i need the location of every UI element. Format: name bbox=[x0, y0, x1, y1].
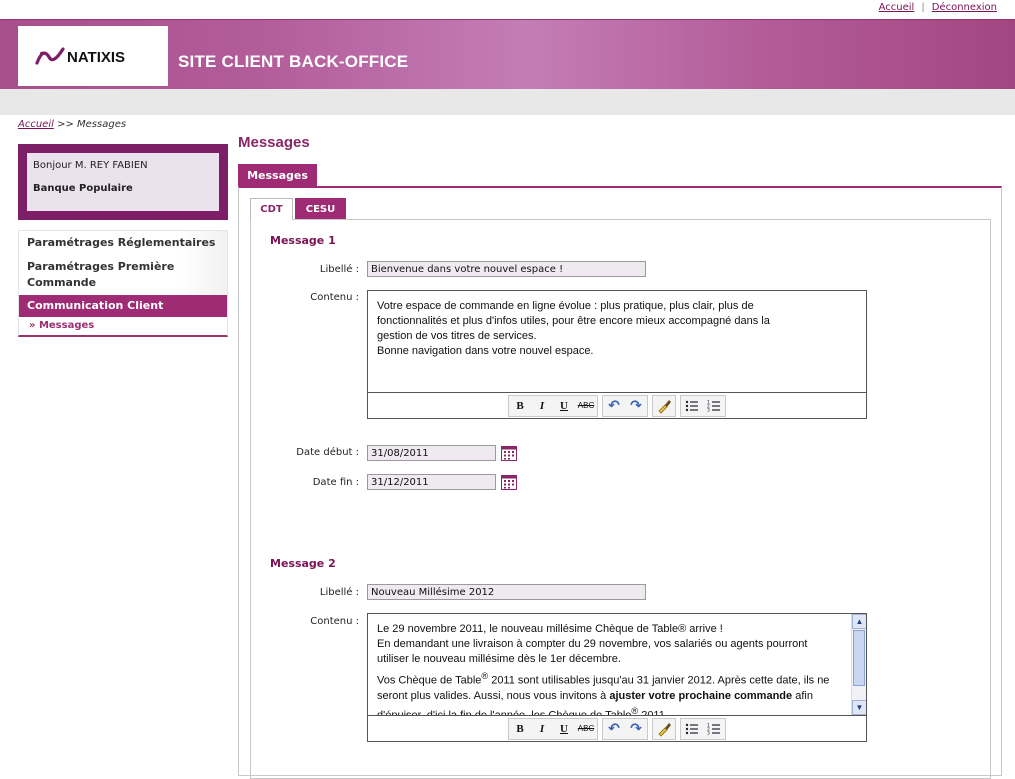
message2-libelle-label: Libellé : bbox=[319, 587, 359, 598]
message1-libelle-label: Libellé : bbox=[319, 264, 359, 275]
message1-editor: Votre espace de commande en ligne évolue… bbox=[367, 290, 867, 419]
bullet-list-icon[interactable] bbox=[681, 396, 703, 416]
message2-toolbar: B I U ABC ↶ ↷ 123 bbox=[368, 715, 866, 741]
message2-text: 2011 bbox=[638, 709, 665, 715]
message2-text: Vos Chèque de Table bbox=[377, 674, 482, 687]
underline-icon[interactable]: U bbox=[553, 396, 575, 416]
message1-date-fin-input[interactable] bbox=[367, 474, 496, 490]
message1-date-debut-input[interactable] bbox=[367, 445, 496, 461]
tab-cesu[interactable]: CESU bbox=[295, 198, 346, 220]
logo-text: NATIXIS bbox=[67, 49, 125, 66]
message1-editor-content[interactable]: Votre espace de commande en ligne évolue… bbox=[368, 291, 866, 392]
sidebar-item-parametrages-premiere-commande[interactable]: Paramétrages Première Commande bbox=[19, 255, 227, 295]
history-group: ↶ ↷ bbox=[602, 717, 648, 740]
message1-toolbar: B I U ABC ↶ ↷ 123 bbox=[368, 392, 866, 418]
breadcrumb-separator: >> bbox=[57, 119, 74, 130]
message1-title: Message 1 bbox=[270, 234, 336, 247]
message2-scrollbar[interactable]: ▲ ▼ bbox=[851, 614, 866, 715]
site-title: SITE CLIENT BACK-OFFICE bbox=[178, 52, 409, 71]
bullet-list-icon[interactable] bbox=[681, 719, 703, 739]
message2-paragraph: Vos Chèque de Table® 2011 sont utilisabl… bbox=[377, 669, 840, 715]
message2-title: Message 2 bbox=[270, 557, 336, 570]
format-group: B I U ABC bbox=[508, 394, 598, 417]
history-group: ↶ ↷ bbox=[602, 394, 648, 417]
clean-format-icon[interactable] bbox=[653, 396, 675, 416]
clean-group bbox=[652, 394, 676, 417]
natixis-logo[interactable]: NATIXIS bbox=[18, 26, 168, 86]
undo-icon[interactable]: ↶ bbox=[603, 719, 625, 739]
tab-messages[interactable]: Messages bbox=[238, 164, 317, 186]
underline-icon[interactable]: U bbox=[553, 719, 575, 739]
top-links-separator: | bbox=[921, 2, 925, 13]
message2-editor-content[interactable]: Le 29 novembre 2011, le nouveau millésim… bbox=[368, 614, 866, 715]
strikethrough-icon[interactable]: ABC bbox=[575, 396, 597, 416]
undo-icon[interactable]: ↶ bbox=[603, 396, 625, 416]
tab-cdt[interactable]: CDT bbox=[250, 198, 293, 220]
list-group: 123 bbox=[680, 717, 726, 740]
clean-group bbox=[652, 717, 676, 740]
message1-line: Votre espace de commande en ligne évolue… bbox=[377, 300, 754, 312]
grey-band bbox=[0, 89, 1015, 115]
message1-line: fonctionnalités et plus d'infos utiles, … bbox=[377, 315, 770, 327]
message2-libelle-input[interactable] bbox=[367, 584, 646, 600]
home-link[interactable]: Accueil bbox=[879, 2, 915, 13]
top-links: Accueil | Déconnexion bbox=[879, 2, 997, 13]
sidebar-subitem-messages[interactable]: » Messages bbox=[19, 317, 227, 335]
scroll-down-icon[interactable]: ▼ bbox=[852, 700, 866, 715]
sidebar-item-communication-client[interactable]: Communication Client bbox=[19, 295, 227, 317]
logout-link[interactable]: Déconnexion bbox=[932, 2, 997, 13]
italic-icon[interactable]: I bbox=[531, 719, 553, 739]
strikethrough-icon[interactable]: ABC bbox=[575, 719, 597, 739]
message2-contenu-label: Contenu : bbox=[310, 616, 359, 627]
breadcrumb: Accueil >> Messages bbox=[18, 119, 126, 130]
italic-icon[interactable]: I bbox=[531, 396, 553, 416]
calendar-icon[interactable] bbox=[501, 445, 517, 461]
message1-libelle-input[interactable] bbox=[367, 261, 646, 277]
calendar-icon[interactable] bbox=[501, 474, 517, 490]
page-title: Messages bbox=[238, 134, 310, 151]
user-info-box: Bonjour M. REY FABIEN Banque Populaire bbox=[18, 144, 228, 220]
message2-paragraph: En demandant une livraison à compter du … bbox=[377, 638, 808, 665]
redo-icon[interactable]: ↷ bbox=[625, 396, 647, 416]
message1-line: gestion de vos titres de services. bbox=[377, 330, 537, 342]
breadcrumb-current: Messages bbox=[77, 119, 127, 130]
message1-date-fin-label: Date fin : bbox=[312, 477, 359, 488]
breadcrumb-home-link[interactable]: Accueil bbox=[18, 119, 54, 130]
message2-paragraph: Le 29 novembre 2011, le nouveau millésim… bbox=[377, 623, 723, 635]
sidebar-nav: Paramétrages Réglementaires Paramétrages… bbox=[18, 230, 228, 337]
redo-icon[interactable]: ↷ bbox=[625, 719, 647, 739]
message1-date-debut-label: Date début : bbox=[296, 447, 359, 458]
user-greeting: Bonjour M. REY FABIEN bbox=[33, 160, 148, 171]
message1-line: Bonne navigation dans votre nouvel espac… bbox=[377, 345, 594, 357]
message2-editor: Le 29 novembre 2011, le nouveau millésim… bbox=[367, 613, 867, 742]
user-bank: Banque Populaire bbox=[33, 183, 133, 194]
list-group: 123 bbox=[680, 394, 726, 417]
sidebar-item-parametrages-reglementaires[interactable]: Paramétrages Réglementaires bbox=[19, 231, 227, 255]
message1-contenu-label: Contenu : bbox=[310, 292, 359, 303]
user-info-inner: Bonjour M. REY FABIEN Banque Populaire bbox=[27, 153, 219, 211]
svg-text:3: 3 bbox=[707, 730, 710, 736]
format-group: B I U ABC bbox=[508, 717, 598, 740]
numbered-list-icon[interactable]: 123 bbox=[703, 719, 725, 739]
natixis-logo-icon: NATIXIS bbox=[35, 47, 125, 66]
scroll-up-icon[interactable]: ▲ bbox=[852, 614, 866, 629]
bold-icon[interactable]: B bbox=[509, 396, 531, 416]
bold-icon[interactable]: B bbox=[509, 719, 531, 739]
svg-text:3: 3 bbox=[707, 407, 710, 413]
scroll-thumb[interactable] bbox=[853, 630, 865, 686]
numbered-list-icon[interactable]: 123 bbox=[703, 396, 725, 416]
message2-bold-text: ajuster votre prochaine commande bbox=[609, 689, 793, 702]
clean-format-icon[interactable] bbox=[653, 719, 675, 739]
